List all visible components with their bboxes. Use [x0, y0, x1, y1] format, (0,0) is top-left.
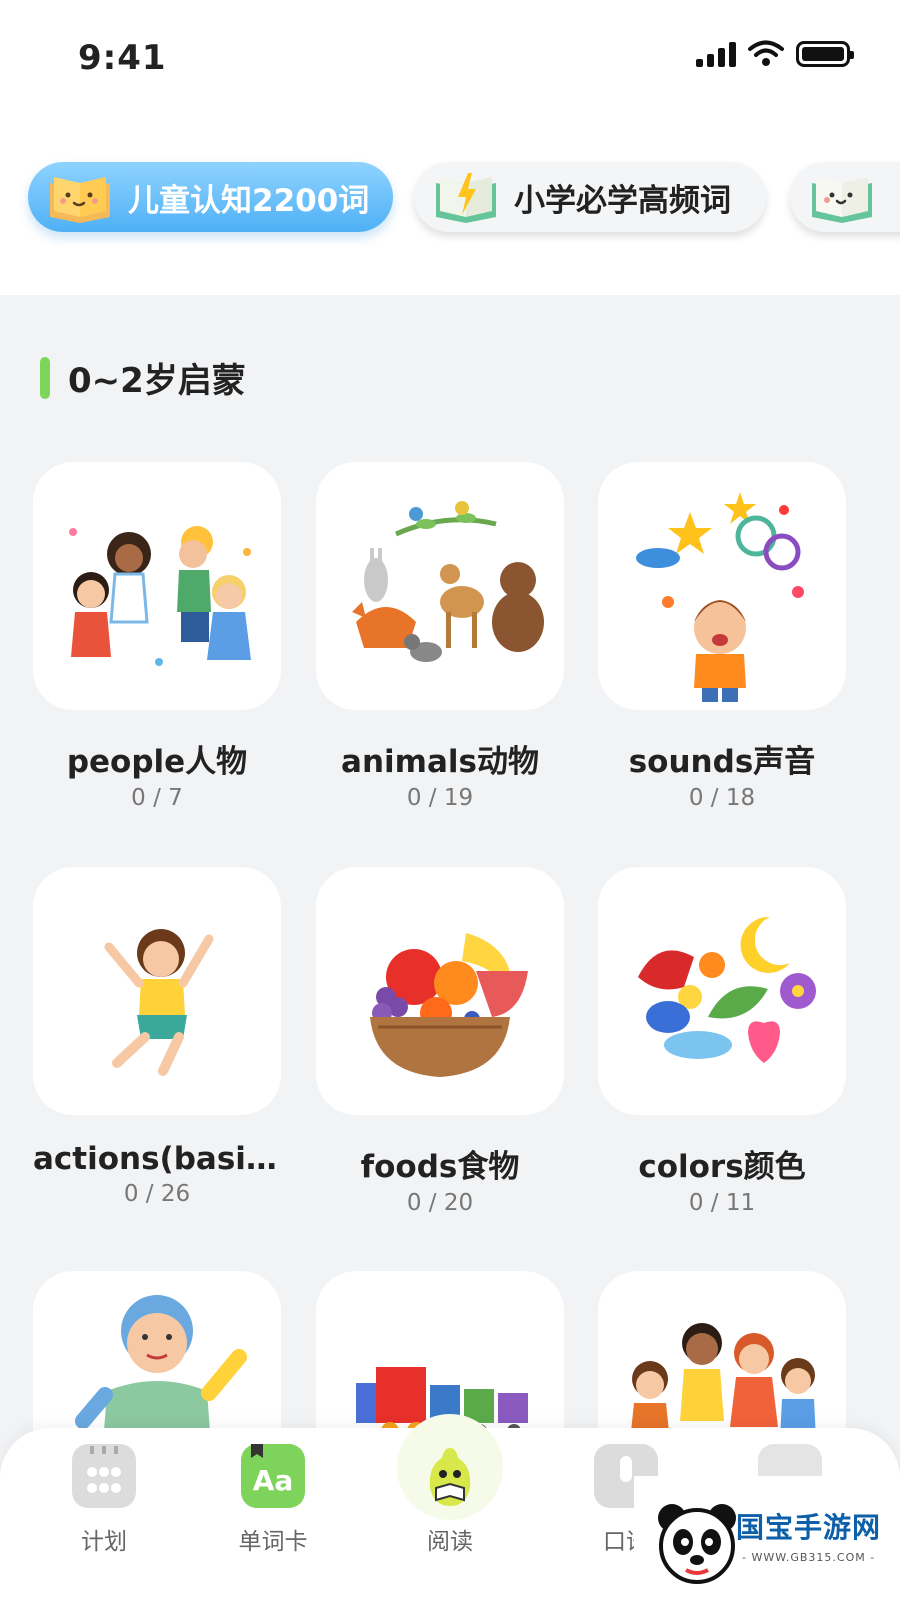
svg-text:Aa: Aa: [253, 1464, 294, 1497]
pear-reading-icon: [418, 1444, 482, 1508]
card-title: people人物: [66, 744, 248, 780]
boy-sounds-image: [598, 462, 846, 710]
card-title: colors颜色: [638, 1149, 806, 1185]
card-progress: 0 / 19: [406, 785, 474, 811]
smiling-book-icon: [50, 177, 110, 223]
children-playing-image: [33, 462, 281, 710]
watermark: 国宝手游网 - WWW.GB315.COM -: [634, 1476, 900, 1600]
smiling-book-icon: [812, 177, 872, 223]
cellular-signal-icon: [696, 41, 736, 67]
nav-label: 阅读: [427, 1529, 473, 1555]
fruit-bowl-image: [316, 867, 564, 1115]
card-progress: 0 / 18: [688, 785, 756, 811]
card-title: animals动物: [341, 744, 539, 780]
word-card-icon: Aa: [241, 1444, 305, 1508]
status-time: 9:41: [78, 38, 167, 78]
card-title: foods食物: [360, 1149, 520, 1185]
card-title: sounds声音: [628, 744, 816, 780]
card-progress: 0 / 26: [123, 1181, 191, 1207]
category-tab-third[interactable]: [790, 162, 900, 232]
panda-logo-icon: [658, 1504, 736, 1584]
watermark-title: 国宝手游网: [736, 1511, 882, 1544]
word-group-card-sounds[interactable]: sounds声音 0 / 18: [598, 462, 846, 811]
card-title: actions(basic)...: [33, 1141, 281, 1177]
wifi-icon: [748, 40, 784, 66]
section-heading: 0~2岁启蒙: [40, 353, 246, 402]
nav-item-reading[interactable]: 阅读: [380, 1444, 520, 1556]
nav-label: 计划: [81, 1529, 127, 1555]
status-icons: [696, 40, 854, 68]
word-group-card-foods[interactable]: foods食物 0 / 20: [316, 867, 564, 1216]
card-progress: 0 / 20: [406, 1190, 474, 1216]
section-title: 0~2岁启蒙: [68, 361, 246, 401]
watermark-subtitle: - WWW.GB315.COM -: [742, 1551, 876, 1564]
category-tab-label: 儿童认知2200词: [128, 182, 370, 219]
word-group-card-people[interactable]: people人物 0 / 7: [33, 462, 281, 811]
colorful-objects-image: [598, 867, 846, 1115]
status-bar: 9:41: [0, 0, 900, 110]
word-group-card-colors[interactable]: colors颜色 0 / 11: [598, 867, 846, 1216]
jumping-girl-image: [33, 867, 281, 1115]
nav-item-plan[interactable]: 计划: [34, 1444, 174, 1556]
calendar-icon: [72, 1444, 136, 1508]
nav-item-word-cards[interactable]: Aa 单词卡: [203, 1444, 343, 1556]
card-progress: 0 / 7: [131, 785, 183, 811]
word-group-card-actions[interactable]: actions(basic)... 0 / 26: [33, 867, 281, 1207]
category-tab-primary-words[interactable]: 小学必学高频词: [414, 162, 766, 232]
forest-animals-image: [316, 462, 564, 710]
section-accent-bar: [40, 356, 50, 399]
battery-icon: [796, 41, 854, 67]
category-tabs: 儿童认知2200词 小学必学高频词: [0, 110, 900, 295]
lightning-book-icon: [436, 173, 496, 223]
category-tab-children-2200[interactable]: 儿童认知2200词: [28, 162, 393, 232]
card-progress: 0 / 11: [688, 1190, 756, 1216]
category-tab-label: 小学必学高频词: [514, 182, 731, 219]
word-group-card-animals[interactable]: animals动物 0 / 19: [316, 462, 564, 811]
nav-label: 单词卡: [238, 1529, 308, 1555]
